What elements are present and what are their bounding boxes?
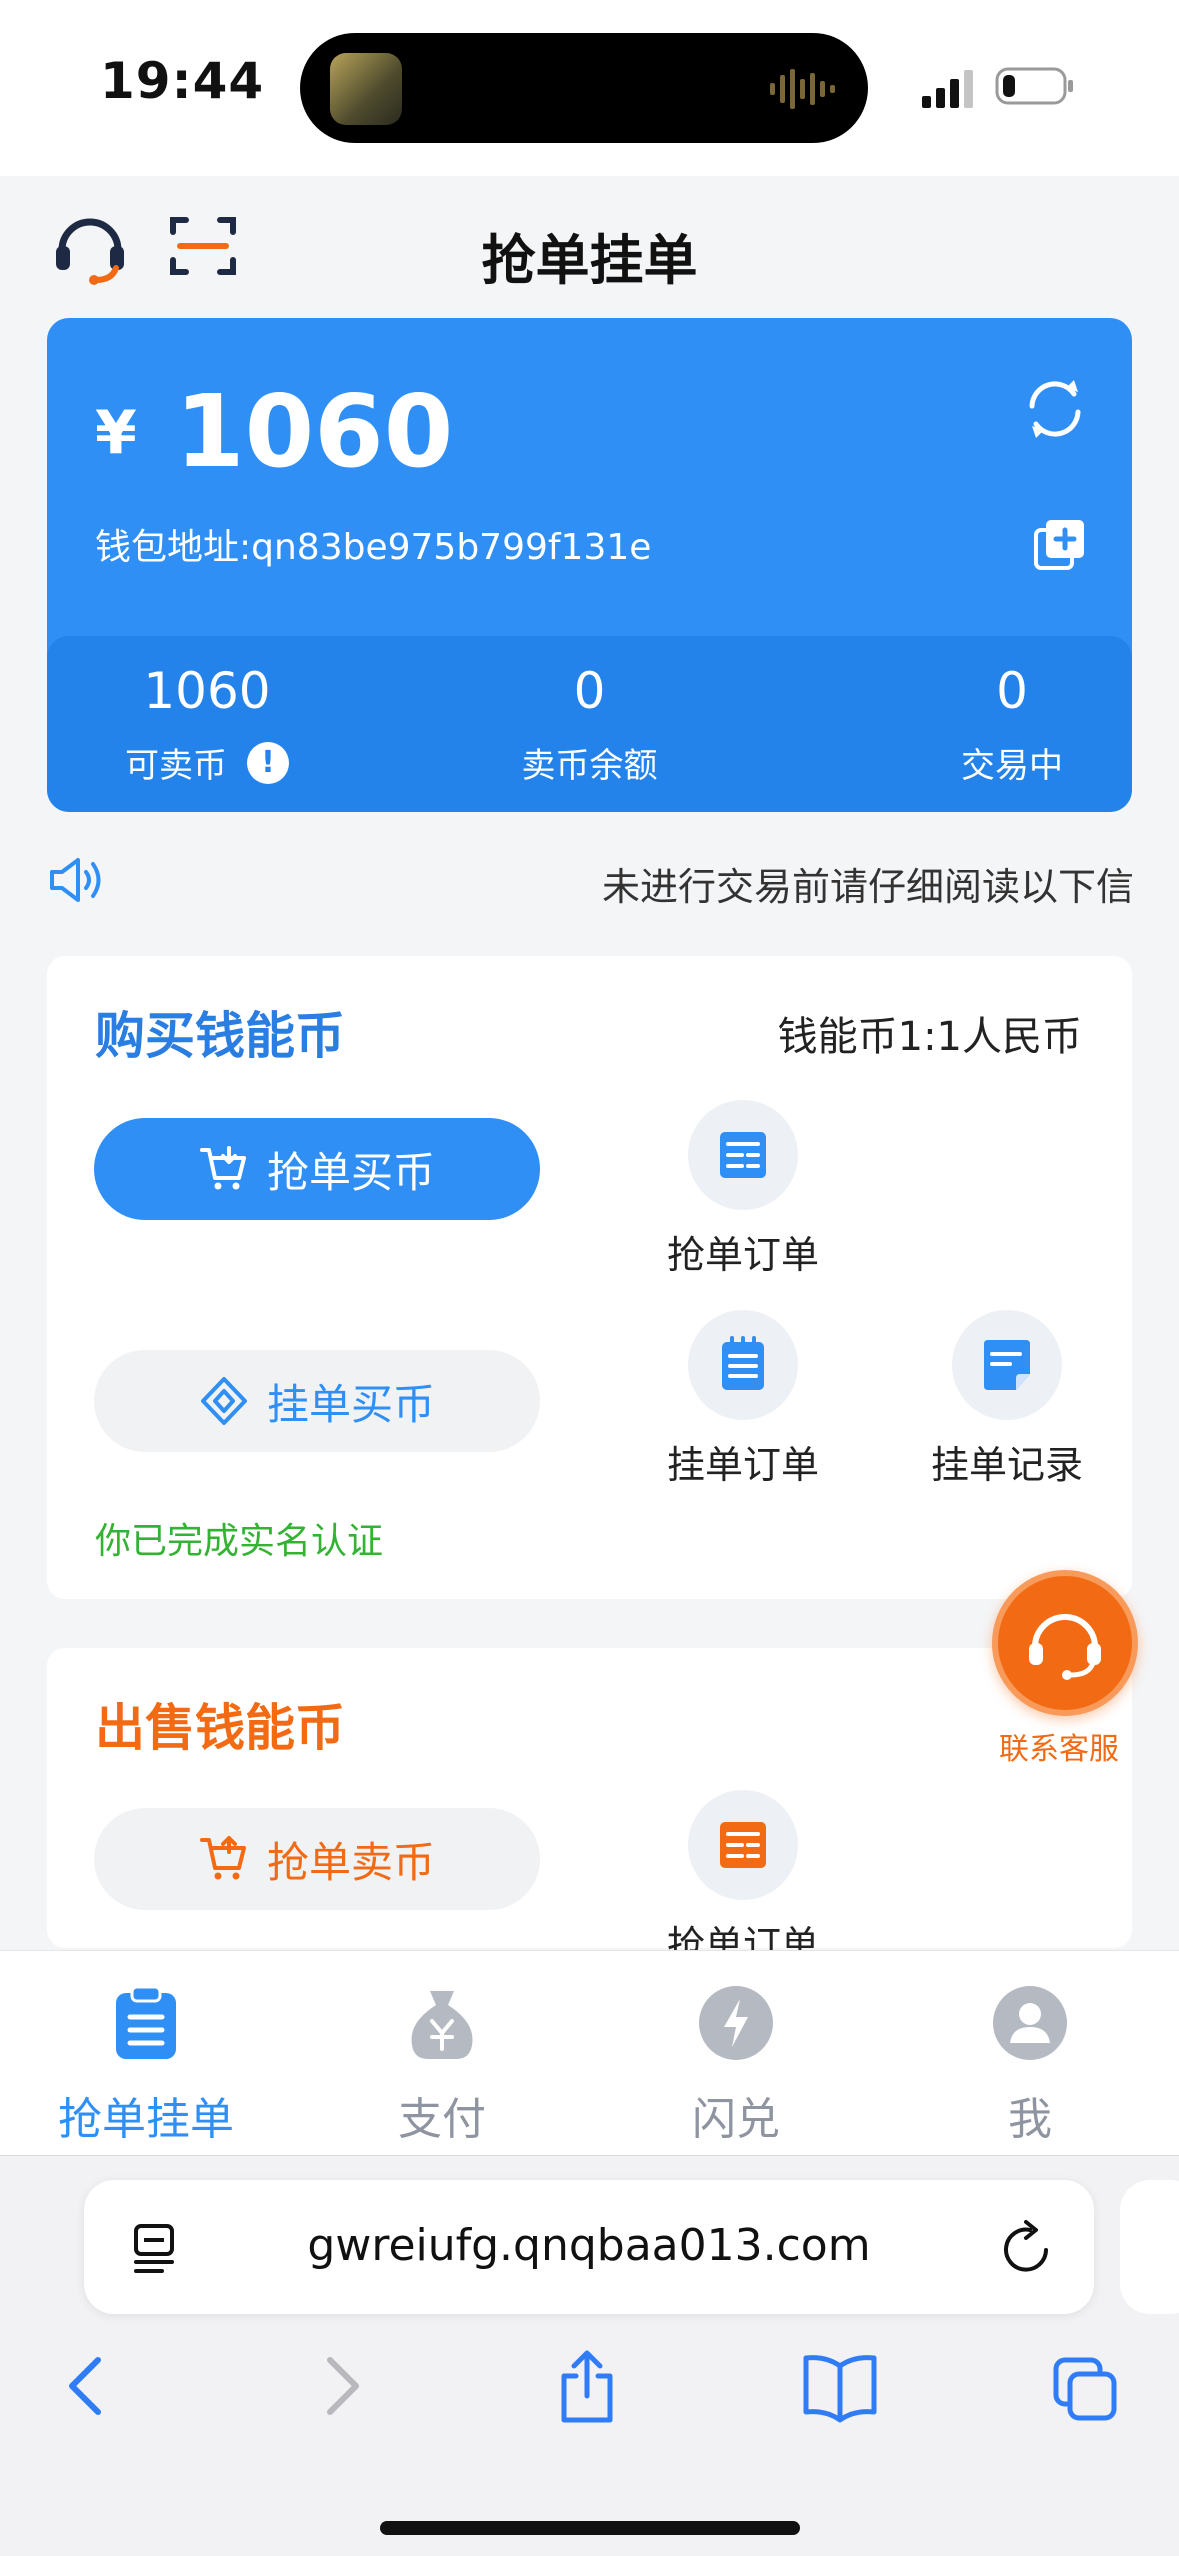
lightning-icon [699,1986,773,2060]
copy-icon[interactable] [1032,516,1088,572]
address-bar[interactable]: gwreiufg.qnqbaa013.com [84,2180,1094,2314]
grid-item-label: 抢单订单 [666,1233,819,1277]
wallet-address: 钱包地址:qn83be975b799f131e [95,527,652,568]
browser-toolbar: gwreiufg.qnqbaa013.com [0,2155,1179,2556]
grid-item-label: 挂单订单 [666,1443,819,1487]
sell-panel: 出售钱能币 抢单卖币 抢单订单 [47,1648,1132,1967]
bookmarks-icon[interactable] [800,2346,880,2426]
next-tab-peek[interactable] [1120,2180,1179,2314]
url-text: gwreiufg.qnqbaa013.com [307,2220,871,2271]
order-list-icon [720,1132,766,1178]
info-icon[interactable]: ! [247,741,289,784]
dynamic-island[interactable] [300,33,868,143]
cart-upload-icon [199,1836,246,1880]
grab-sell-label: 抢单卖币 [266,1837,435,1887]
stat-sell-balance: 0 卖币余额 [447,662,732,787]
audio-wave-icon [770,69,835,109]
stat-value: 1060 [143,662,271,720]
stat-label: 卖币余额 [521,746,658,786]
stat-value: 0 [573,662,606,720]
stat-label: 可卖币 [125,746,227,786]
sell-grab-order-item[interactable]: 抢单订单 [633,1790,853,1969]
tab-label: 支付 [398,2094,486,2145]
user-icon [993,1986,1067,2060]
tab-flash-exchange[interactable]: 闪兑 [606,1983,866,2147]
cart-icon [199,1146,246,1190]
tabs-overview-icon[interactable] [1050,2346,1120,2426]
tab-grab-post[interactable]: 抢单挂单 [16,1983,276,2147]
home-indicator[interactable] [380,2521,800,2535]
order-list-icon [720,1822,766,1868]
grab-sell-button[interactable]: 抢单卖币 [94,1808,540,1910]
stat-label: 交易中 [961,746,1063,786]
speaker-icon [50,858,101,902]
tab-me[interactable]: 我 [900,1983,1160,2147]
grid-item-label: 挂单记录 [930,1443,1083,1487]
currency-symbol: ¥ [95,398,137,468]
refresh-icon[interactable] [1022,376,1088,442]
sell-panel-title: 出售钱能币 [95,1699,345,1757]
clipboard-icon [116,1985,176,2059]
wallet-card: ¥ 1060 钱包地址:qn83be975b799f131e 1060 可卖币 … [47,318,1132,812]
icon-circle [688,1100,798,1210]
stat-value: 0 [996,662,1028,720]
tab-label: 我 [1008,2094,1052,2145]
grab-buy-button[interactable]: 抢单买币 [94,1118,540,1220]
wallet-balance: 1060 [175,373,454,490]
stat-trading: 0 交易中 [927,662,1097,787]
customer-service-headset-icon [1029,1614,1101,1680]
post-record-item[interactable]: 挂单记录 [897,1310,1117,1489]
money-bag-icon [411,1991,473,2059]
tab-label: 抢单挂单 [58,2094,234,2145]
post-buy-button[interactable]: 挂单买币 [94,1350,540,1452]
cellular-signal-icon [922,70,973,108]
share-icon[interactable] [552,2346,622,2426]
battery-icon [995,67,1073,105]
icon-circle [688,1310,798,1420]
page-title: 抢单挂单 [481,229,698,292]
tab-label: 闪兑 [692,2094,780,2145]
post-order-item[interactable]: 挂单订单 [633,1310,853,1489]
notice-bar[interactable]: 未进行交易前请仔细阅读以下信 [0,840,1179,920]
buy-panel: 购买钱能币 钱能币1:1人民币 抢单买币 挂单买币 抢单订单 挂单订单 挂单记录… [47,956,1132,1599]
service-label: 联系客服 [999,1732,1119,1767]
stat-sellable: 1060 可卖币 ! [87,662,327,787]
grab-order-item[interactable]: 抢单订单 [633,1100,853,1279]
notepad-icon [722,1336,764,1390]
floating-customer-service[interactable]: 联系客服 [992,1570,1138,1768]
icon-circle [688,1790,798,1900]
buy-panel-title: 购买钱能币 [95,1007,345,1065]
now-playing-thumbnail [330,53,402,125]
icon-circle [952,1310,1062,1420]
status-time: 19:44 [100,52,265,110]
back-icon[interactable] [52,2346,122,2426]
status-bar: 19:44 [0,0,1179,176]
verification-status: 你已完成实名认证 [95,1521,384,1562]
service-button-circle[interactable] [992,1570,1138,1716]
forward-icon[interactable] [306,2346,376,2426]
bottom-tab-bar: 抢单挂单 支付 闪兑 我 [0,1950,1179,2155]
edit-note-icon [984,1340,1030,1390]
reload-icon[interactable] [1000,2218,1054,2276]
post-buy-label: 挂单买币 [266,1379,435,1429]
grab-buy-label: 抢单买币 [266,1147,435,1197]
notice-text: 未进行交易前请仔细阅读以下信 [602,865,1135,909]
wallet-stats: 1060 可卖币 ! 0 卖币余额 0 交易中 [47,636,1132,812]
exchange-rate: 钱能币1:1人民币 [777,1014,1082,1060]
tab-pay[interactable]: 支付 [312,1983,572,2147]
app-header: 抢单挂单 [0,176,1179,316]
diamond-tag-icon [200,1377,247,1425]
stat-label-row: 可卖币 ! [87,738,327,787]
